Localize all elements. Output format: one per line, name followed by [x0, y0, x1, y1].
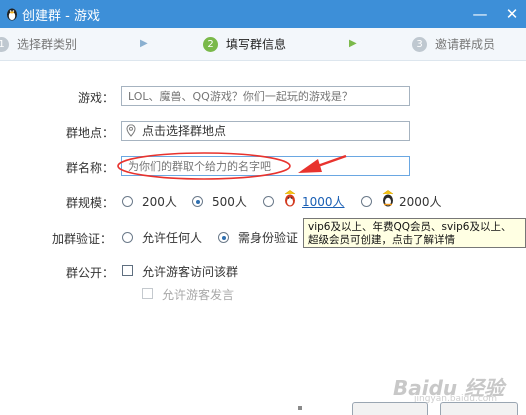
- size-radio-500[interactable]: [192, 196, 203, 207]
- previous-step-button[interactable]: [352, 402, 428, 415]
- qq-penguin-icon: [4, 6, 20, 22]
- size-option-500[interactable]: 500人: [212, 193, 247, 210]
- qq-vip-badge-icon: [282, 190, 298, 211]
- step-1-label: 选择群类别: [17, 37, 78, 52]
- annotation-ellipse: [117, 152, 291, 180]
- verify-radio-identity[interactable]: [218, 232, 229, 243]
- step-progress-bar: 1 选择群类别 ▶ 2 填写群信息 ▶ 3 邀请群成员: [0, 28, 526, 61]
- group-name-label: 群名称：: [65, 161, 114, 175]
- step-1-number: 1: [0, 37, 9, 52]
- join-verify-label: 加群验证：: [51, 232, 112, 246]
- allow-visitor-speak-label: 允许游客发言: [162, 288, 235, 302]
- step-3-label: 邀请群成员: [435, 37, 496, 52]
- step-2-number: 2: [203, 37, 218, 52]
- size-option-2000[interactable]: 2000人: [399, 193, 442, 210]
- step-3-number: 3: [412, 37, 427, 52]
- location-placeholder: 点击选择群地点: [142, 124, 227, 138]
- minimize-button[interactable]: —: [466, 0, 494, 28]
- close-button[interactable]: ✕: [498, 0, 526, 28]
- allow-visitor-access-label[interactable]: 允许游客访问该群: [142, 263, 238, 280]
- step-1: 1 选择群类别: [0, 28, 77, 60]
- step-2-label: 填写群信息: [226, 37, 287, 52]
- tooltip-line-1: vip6及以上、年费QQ会员、svip6及以上、: [308, 221, 512, 233]
- verify-option-identity[interactable]: 需身份验证: [238, 229, 298, 246]
- size-radio-2000[interactable]: [361, 196, 372, 207]
- annotation-arrow-head: [298, 159, 322, 173]
- step-arrow-icon: ▶: [349, 38, 357, 49]
- step-3: 3 邀请群成员: [412, 28, 495, 60]
- game-input-box[interactable]: [121, 86, 410, 106]
- verify-radio-anyone[interactable]: [122, 232, 133, 243]
- size-radio-1000[interactable]: [263, 196, 274, 207]
- allow-visitor-speak-checkbox: [142, 288, 153, 299]
- window-title: 创建群 - 游戏: [22, 9, 100, 24]
- game-input[interactable]: [128, 87, 409, 106]
- scroll-edge-marker: [298, 406, 302, 410]
- step-2: 2 填写群信息: [203, 28, 286, 60]
- qq-svip-badge-icon: [380, 190, 396, 211]
- vip-tooltip: vip6及以上、年费QQ会员、svip6及以上、 超级会员可创建，点击了解详情: [303, 218, 526, 248]
- map-pin-icon: [126, 124, 136, 142]
- size-option-200[interactable]: 200人: [142, 193, 177, 210]
- game-label: 游戏：: [77, 91, 114, 105]
- location-input-box[interactable]: 点击选择群地点: [121, 121, 410, 141]
- location-label: 群地点：: [65, 126, 114, 140]
- size-radio-200[interactable]: [122, 196, 133, 207]
- size-option-1000-link[interactable]: 1000人: [302, 193, 345, 210]
- next-step-button[interactable]: [440, 402, 518, 415]
- title-bar: 创建群 - 游戏 — ✕: [0, 0, 526, 28]
- group-size-label: 群规模：: [65, 196, 114, 210]
- verify-option-anyone[interactable]: 允许任何人: [142, 229, 202, 246]
- annotation-overlay: [117, 152, 347, 180]
- allow-visitor-access-checkbox[interactable]: [122, 265, 133, 276]
- group-public-label: 群公开：: [65, 266, 114, 280]
- tooltip-line-2: 超级会员可创建，点击了解详情: [308, 234, 455, 246]
- step-arrow-icon: ▶: [140, 38, 148, 49]
